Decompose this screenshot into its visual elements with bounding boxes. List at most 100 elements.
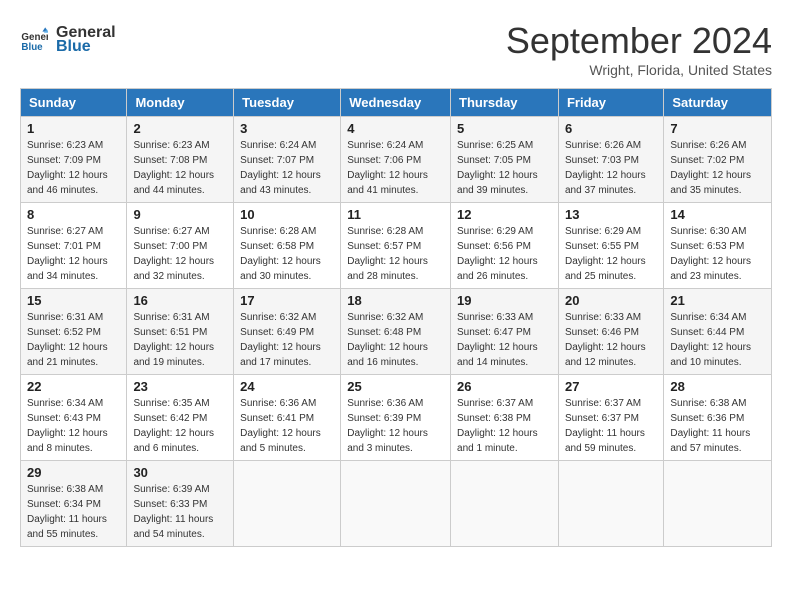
calendar-cell — [234, 461, 341, 547]
day-number: 17 — [240, 293, 334, 308]
calendar-cell: 14 Sunrise: 6:30 AM Sunset: 6:53 PM Dayl… — [664, 203, 772, 289]
day-info: Sunrise: 6:24 AM Sunset: 7:06 PM Dayligh… — [347, 138, 444, 198]
day-number: 14 — [670, 207, 765, 222]
day-number: 13 — [565, 207, 657, 222]
day-number: 6 — [565, 121, 657, 136]
day-number: 5 — [457, 121, 552, 136]
day-number: 28 — [670, 379, 765, 394]
calendar-cell: 15 Sunrise: 6:31 AM Sunset: 6:52 PM Dayl… — [21, 289, 127, 375]
day-info: Sunrise: 6:36 AM Sunset: 6:39 PM Dayligh… — [347, 396, 444, 456]
calendar-cell: 25 Sunrise: 6:36 AM Sunset: 6:39 PM Dayl… — [341, 375, 451, 461]
calendar-cell: 20 Sunrise: 6:33 AM Sunset: 6:46 PM Dayl… — [558, 289, 663, 375]
calendar-cell — [558, 461, 663, 547]
day-info: Sunrise: 6:32 AM Sunset: 6:48 PM Dayligh… — [347, 310, 444, 370]
day-number: 23 — [133, 379, 227, 394]
month-title: September 2024 — [506, 20, 772, 62]
header-thursday: Thursday — [451, 89, 559, 117]
calendar-cell: 1 Sunrise: 6:23 AM Sunset: 7:09 PM Dayli… — [21, 117, 127, 203]
day-info: Sunrise: 6:31 AM Sunset: 6:51 PM Dayligh… — [133, 310, 227, 370]
calendar-cell: 21 Sunrise: 6:34 AM Sunset: 6:44 PM Dayl… — [664, 289, 772, 375]
day-info: Sunrise: 6:28 AM Sunset: 6:58 PM Dayligh… — [240, 224, 334, 284]
day-info: Sunrise: 6:29 AM Sunset: 6:55 PM Dayligh… — [565, 224, 657, 284]
day-info: Sunrise: 6:32 AM Sunset: 6:49 PM Dayligh… — [240, 310, 334, 370]
calendar-cell: 30 Sunrise: 6:39 AM Sunset: 6:33 PM Dayl… — [127, 461, 234, 547]
day-number: 18 — [347, 293, 444, 308]
day-info: Sunrise: 6:39 AM Sunset: 6:33 PM Dayligh… — [133, 482, 227, 542]
day-info: Sunrise: 6:38 AM Sunset: 6:36 PM Dayligh… — [670, 396, 765, 456]
calendar-cell: 26 Sunrise: 6:37 AM Sunset: 6:38 PM Dayl… — [451, 375, 559, 461]
day-info: Sunrise: 6:34 AM Sunset: 6:43 PM Dayligh… — [27, 396, 120, 456]
title-block: September 2024 Wright, Florida, United S… — [506, 20, 772, 78]
header-saturday: Saturday — [664, 89, 772, 117]
header-sunday: Sunday — [21, 89, 127, 117]
day-number: 16 — [133, 293, 227, 308]
day-info: Sunrise: 6:25 AM Sunset: 7:05 PM Dayligh… — [457, 138, 552, 198]
day-info: Sunrise: 6:33 AM Sunset: 6:47 PM Dayligh… — [457, 310, 552, 370]
day-number: 25 — [347, 379, 444, 394]
day-number: 3 — [240, 121, 334, 136]
calendar-cell: 12 Sunrise: 6:29 AM Sunset: 6:56 PM Dayl… — [451, 203, 559, 289]
calendar-cell: 16 Sunrise: 6:31 AM Sunset: 6:51 PM Dayl… — [127, 289, 234, 375]
page-header: General Blue General Blue September 2024… — [20, 20, 772, 78]
logo-icon: General Blue — [20, 26, 48, 54]
calendar-cell: 23 Sunrise: 6:35 AM Sunset: 6:42 PM Dayl… — [127, 375, 234, 461]
calendar-cell: 17 Sunrise: 6:32 AM Sunset: 6:49 PM Dayl… — [234, 289, 341, 375]
logo: General Blue General Blue — [20, 24, 116, 56]
calendar-cell: 24 Sunrise: 6:36 AM Sunset: 6:41 PM Dayl… — [234, 375, 341, 461]
day-number: 30 — [133, 465, 227, 480]
day-number: 9 — [133, 207, 227, 222]
location-subtitle: Wright, Florida, United States — [506, 62, 772, 78]
day-info: Sunrise: 6:23 AM Sunset: 7:08 PM Dayligh… — [133, 138, 227, 198]
calendar-cell — [341, 461, 451, 547]
day-number: 4 — [347, 121, 444, 136]
days-header-row: Sunday Monday Tuesday Wednesday Thursday… — [21, 89, 772, 117]
day-info: Sunrise: 6:37 AM Sunset: 6:38 PM Dayligh… — [457, 396, 552, 456]
day-number: 7 — [670, 121, 765, 136]
calendar-cell: 29 Sunrise: 6:38 AM Sunset: 6:34 PM Dayl… — [21, 461, 127, 547]
day-info: Sunrise: 6:37 AM Sunset: 6:37 PM Dayligh… — [565, 396, 657, 456]
day-number: 26 — [457, 379, 552, 394]
day-info: Sunrise: 6:35 AM Sunset: 6:42 PM Dayligh… — [133, 396, 227, 456]
calendar-cell: 5 Sunrise: 6:25 AM Sunset: 7:05 PM Dayli… — [451, 117, 559, 203]
calendar-cell: 13 Sunrise: 6:29 AM Sunset: 6:55 PM Dayl… — [558, 203, 663, 289]
day-info: Sunrise: 6:29 AM Sunset: 6:56 PM Dayligh… — [457, 224, 552, 284]
day-number: 1 — [27, 121, 120, 136]
day-number: 8 — [27, 207, 120, 222]
svg-text:Blue: Blue — [21, 42, 43, 53]
day-info: Sunrise: 6:36 AM Sunset: 6:41 PM Dayligh… — [240, 396, 334, 456]
day-number: 22 — [27, 379, 120, 394]
day-number: 19 — [457, 293, 552, 308]
header-tuesday: Tuesday — [234, 89, 341, 117]
day-number: 21 — [670, 293, 765, 308]
calendar-cell: 7 Sunrise: 6:26 AM Sunset: 7:02 PM Dayli… — [664, 117, 772, 203]
calendar-cell: 27 Sunrise: 6:37 AM Sunset: 6:37 PM Dayl… — [558, 375, 663, 461]
calendar-cell: 3 Sunrise: 6:24 AM Sunset: 7:07 PM Dayli… — [234, 117, 341, 203]
calendar-cell: 18 Sunrise: 6:32 AM Sunset: 6:48 PM Dayl… — [341, 289, 451, 375]
day-info: Sunrise: 6:31 AM Sunset: 6:52 PM Dayligh… — [27, 310, 120, 370]
day-number: 2 — [133, 121, 227, 136]
calendar-cell: 9 Sunrise: 6:27 AM Sunset: 7:00 PM Dayli… — [127, 203, 234, 289]
day-info: Sunrise: 6:30 AM Sunset: 6:53 PM Dayligh… — [670, 224, 765, 284]
day-number: 10 — [240, 207, 334, 222]
day-info: Sunrise: 6:38 AM Sunset: 6:34 PM Dayligh… — [27, 482, 120, 542]
day-info: Sunrise: 6:33 AM Sunset: 6:46 PM Dayligh… — [565, 310, 657, 370]
calendar-cell: 22 Sunrise: 6:34 AM Sunset: 6:43 PM Dayl… — [21, 375, 127, 461]
calendar-row: 8 Sunrise: 6:27 AM Sunset: 7:01 PM Dayli… — [21, 203, 772, 289]
calendar-cell — [451, 461, 559, 547]
day-info: Sunrise: 6:27 AM Sunset: 7:01 PM Dayligh… — [27, 224, 120, 284]
header-monday: Monday — [127, 89, 234, 117]
calendar-row: 15 Sunrise: 6:31 AM Sunset: 6:52 PM Dayl… — [21, 289, 772, 375]
day-number: 27 — [565, 379, 657, 394]
day-info: Sunrise: 6:24 AM Sunset: 7:07 PM Dayligh… — [240, 138, 334, 198]
calendar-cell — [664, 461, 772, 547]
calendar-cell: 19 Sunrise: 6:33 AM Sunset: 6:47 PM Dayl… — [451, 289, 559, 375]
calendar-cell: 6 Sunrise: 6:26 AM Sunset: 7:03 PM Dayli… — [558, 117, 663, 203]
calendar-row: 22 Sunrise: 6:34 AM Sunset: 6:43 PM Dayl… — [21, 375, 772, 461]
calendar-table: Sunday Monday Tuesday Wednesday Thursday… — [20, 88, 772, 547]
day-info: Sunrise: 6:34 AM Sunset: 6:44 PM Dayligh… — [670, 310, 765, 370]
calendar-cell: 2 Sunrise: 6:23 AM Sunset: 7:08 PM Dayli… — [127, 117, 234, 203]
day-number: 20 — [565, 293, 657, 308]
calendar-cell: 28 Sunrise: 6:38 AM Sunset: 6:36 PM Dayl… — [664, 375, 772, 461]
header-friday: Friday — [558, 89, 663, 117]
calendar-cell: 11 Sunrise: 6:28 AM Sunset: 6:57 PM Dayl… — [341, 203, 451, 289]
